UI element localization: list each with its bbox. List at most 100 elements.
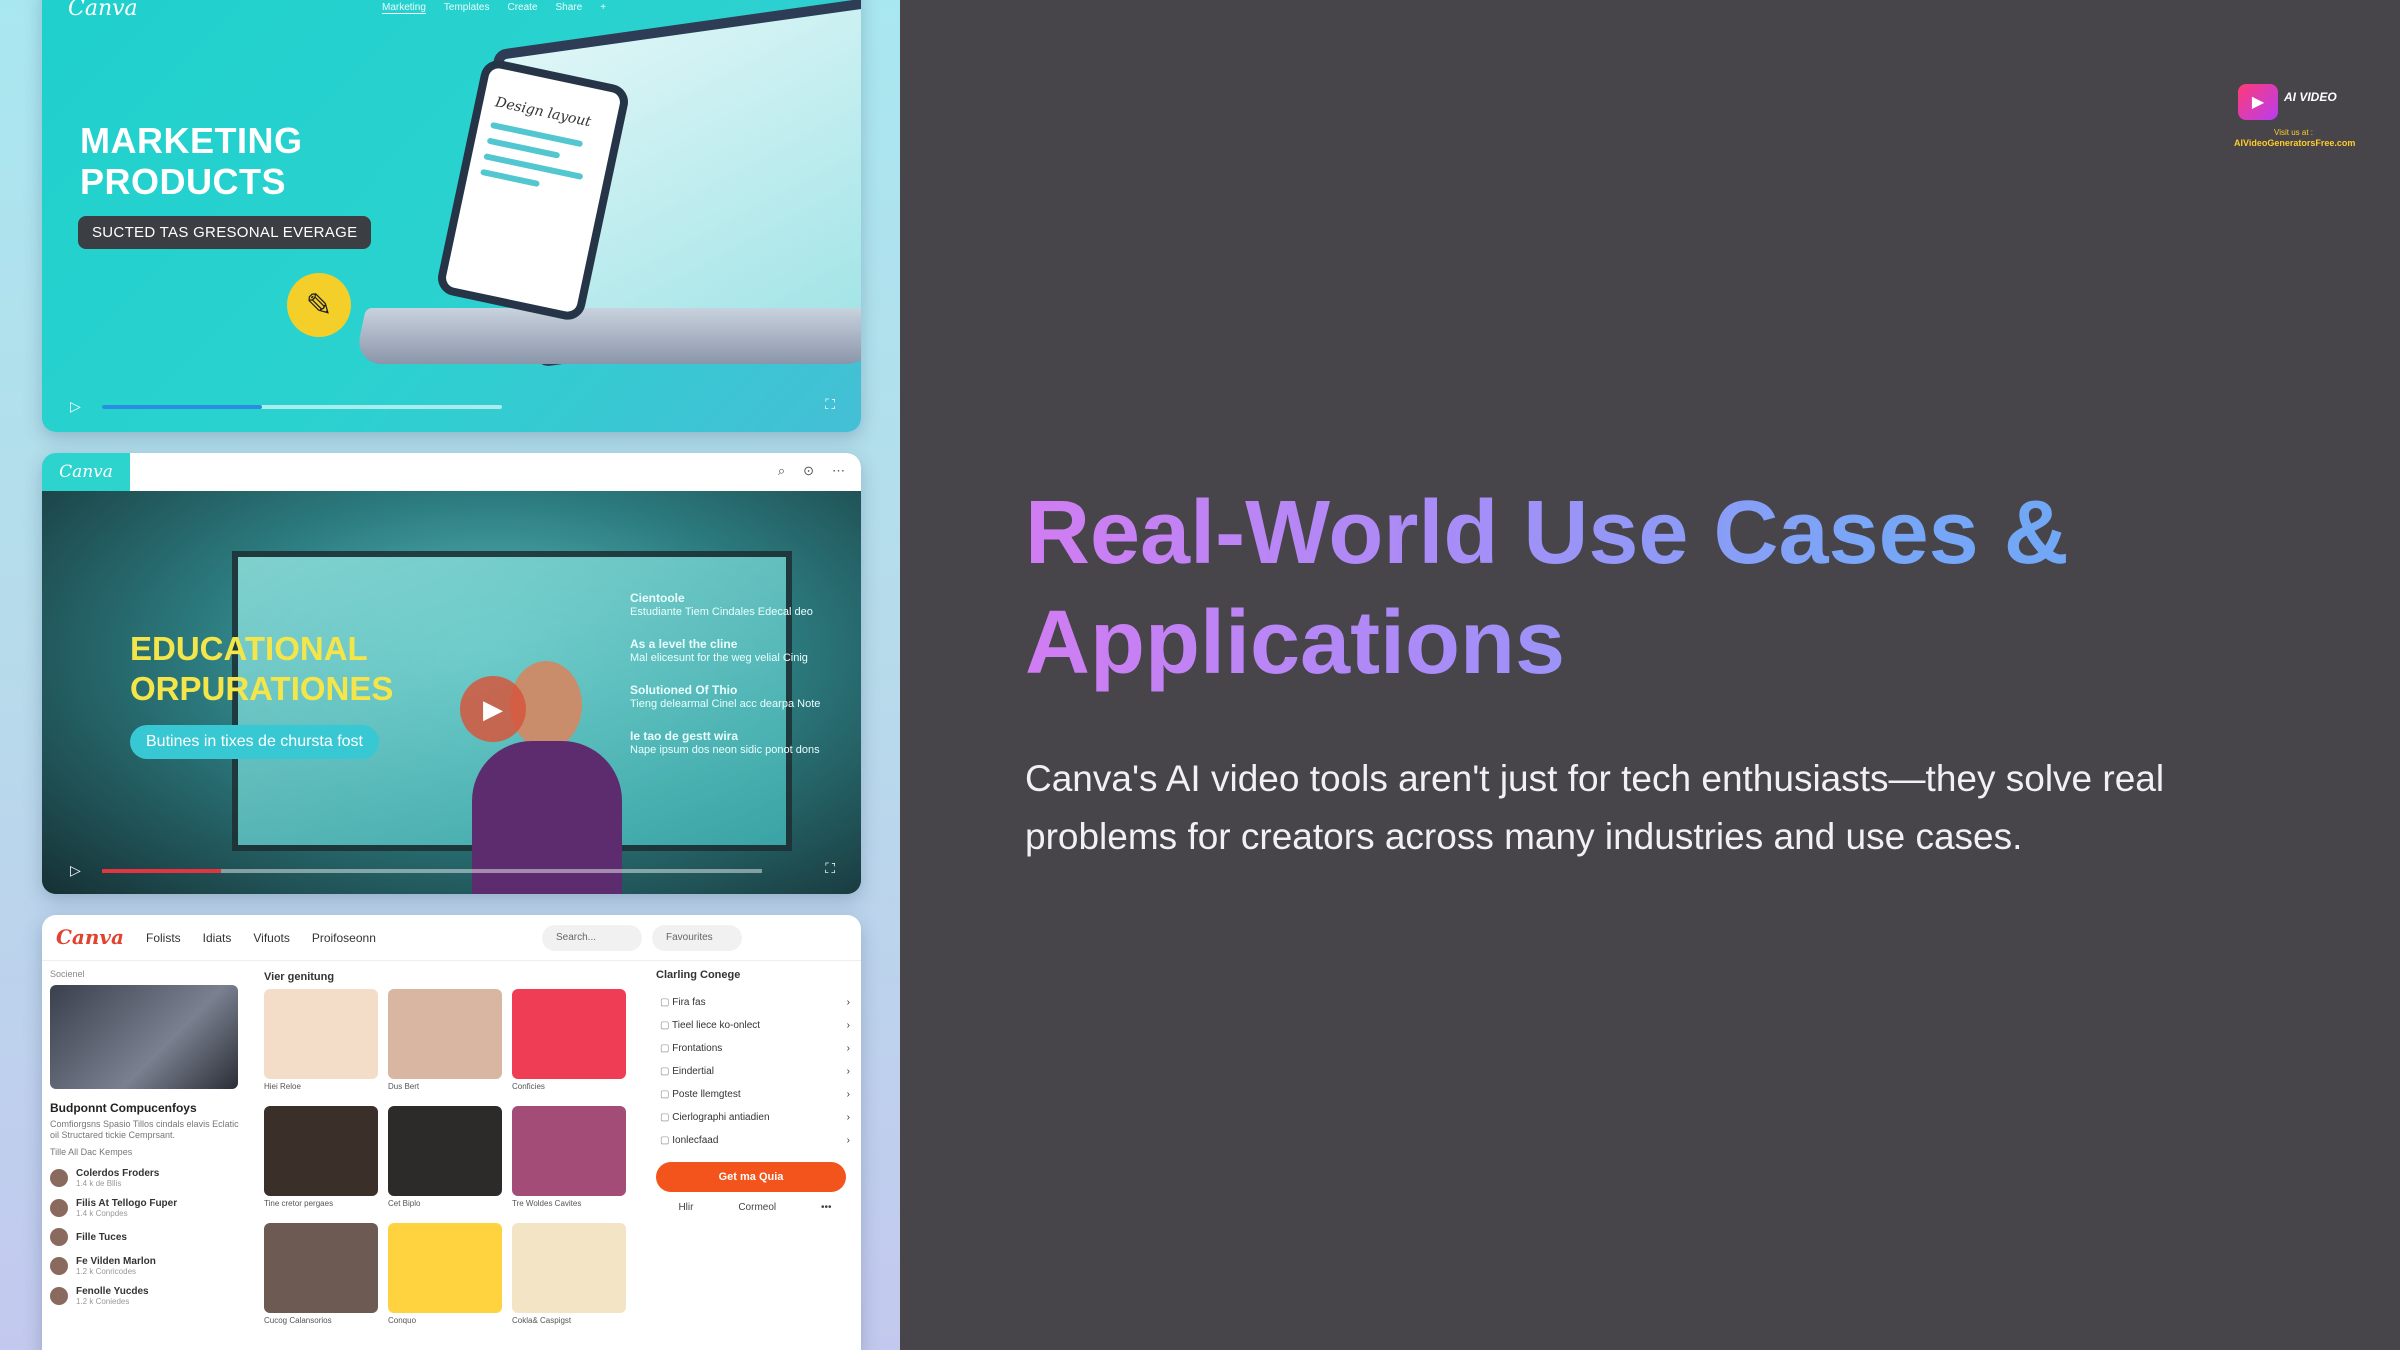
template-thumbnail[interactable]	[388, 1223, 502, 1313]
classroom-scene: Cientoole Estudiante Tiem Cindales Edecal…	[42, 491, 861, 894]
canva-logo[interactable]: Canva	[68, 0, 138, 21]
template-caption: Conficies	[512, 1082, 545, 1091]
footer-link[interactable]: Cormeol	[738, 1202, 776, 1213]
template-tile[interactable]: Hiei Reloe	[264, 989, 378, 1096]
canva-logo[interactable]: Canva	[42, 453, 130, 491]
search-icon[interactable]: ⌕	[778, 463, 785, 479]
template-thumbnail[interactable]	[388, 989, 502, 1079]
video-progress-bar[interactable]	[102, 405, 502, 409]
nav-item[interactable]: Idiats	[203, 931, 232, 945]
play-icon[interactable]: ▷	[70, 862, 81, 879]
sidebar-description: Comfiorgsns Spasio Tillos cindals elavis…	[50, 1119, 239, 1140]
canva-logo[interactable]: Canva	[56, 925, 124, 949]
bullet-item: Solutioned Of Thio Tieng delearmal Cinel …	[630, 683, 821, 710]
list-item[interactable]: Fe Vilden Marlon 1.2 k Conricodes	[50, 1256, 240, 1276]
template-tile[interactable]: Conficies	[512, 989, 626, 1096]
panel-item[interactable]: Frontations ›	[656, 1037, 854, 1060]
avatar	[50, 1228, 68, 1246]
brand-logo: ▶ AI VIDEO Visit us at : AIVideoGenerato…	[2234, 78, 2364, 152]
favourites-button[interactable]: Favourites	[652, 925, 742, 951]
template-caption: Tre Woldes Cavites	[512, 1199, 582, 1208]
panel-item-label: Frontations	[660, 1043, 722, 1054]
template-thumbnail[interactable]	[512, 989, 626, 1079]
template-tile[interactable]: Tre Woldes Cavites	[512, 1106, 626, 1213]
laptop-base-illustration	[354, 308, 861, 364]
template-grid-section: Vier genitung Hiei Reloe Dus Bert Conficie…	[264, 965, 644, 1330]
panel-item-label: Eindertial	[660, 1066, 714, 1077]
nav-item[interactable]: Templates	[444, 2, 490, 14]
left-screenshot-panel: Canva Marketing Templates Create Share +…	[0, 0, 900, 1350]
template-tile[interactable]: Cet Biplo	[388, 1106, 502, 1213]
nav-item[interactable]: Folists	[146, 931, 181, 945]
play-icon[interactable]: ▷	[70, 398, 81, 415]
avatar	[50, 1199, 68, 1217]
chevron-right-icon: ›	[846, 1043, 850, 1054]
chevron-right-icon: ›	[846, 1089, 850, 1100]
panel-item[interactable]: Poste llemgtest ›	[656, 1083, 854, 1106]
video-title: EDUCATIONAL ORPURATIONES	[130, 629, 393, 709]
panel-item[interactable]: Fira fas ›	[656, 991, 854, 1014]
educational-video-card[interactable]: Canva ⌕ ⊙ ⋯ Cientoole Estudiante Tiem Cin…	[42, 453, 861, 894]
fullscreen-icon[interactable]: ⛶	[825, 860, 835, 877]
page-description: Canva's AI video tools aren't just for t…	[1025, 758, 2165, 857]
brand-url: AIVideoGeneratorsFree.com	[2234, 138, 2356, 148]
template-tile[interactable]: Cucog Calansorios	[264, 1223, 378, 1330]
zoom-icon[interactable]: ⊙	[803, 463, 814, 479]
template-caption: Cucog Calansorios	[264, 1316, 332, 1325]
nav-item[interactable]: Proifoseonn	[312, 931, 376, 945]
featured-video-thumbnail[interactable]	[50, 985, 238, 1089]
bullet-item: As a level the cline Mal elicesunt for th…	[630, 637, 808, 664]
chevron-right-icon: ›	[846, 1066, 850, 1077]
template-tile[interactable]: Tine cretor pergaes	[264, 1106, 378, 1213]
canva-dashboard-card: Canva Folists Idiats Vifuots Proifoseonn…	[42, 915, 861, 1350]
fullscreen-icon[interactable]: ⛶	[825, 396, 835, 413]
video-progress-fill	[102, 869, 221, 873]
bullet-item: Ie tao de gestt wira Nape ipsum dos neon …	[630, 729, 820, 756]
template-thumbnail[interactable]	[512, 1106, 626, 1196]
template-thumbnail[interactable]	[264, 989, 378, 1079]
nav-item[interactable]: +	[600, 2, 606, 14]
more-icon[interactable]: •••	[821, 1202, 832, 1213]
nav-item[interactable]: Share	[556, 2, 583, 14]
list-item[interactable]: Filis At Tellogo Fuper 1.4 k Conpdes	[50, 1198, 240, 1218]
panel-footer: Hlir Cormeol •••	[656, 1202, 854, 1213]
chevron-right-icon: ›	[846, 1112, 850, 1123]
video-controls: ▷ ⛶	[42, 382, 861, 432]
panel-item[interactable]: Eindertial ›	[656, 1060, 854, 1083]
sidebar-label: Socienel	[50, 969, 85, 979]
template-tile[interactable]: Cokla& Caspigst	[512, 1223, 626, 1330]
template-thumbnail[interactable]	[264, 1106, 378, 1196]
sidebar-title: Budponnt Compucenfoys	[50, 1101, 197, 1115]
nav-item[interactable]: Vifuots	[253, 931, 289, 945]
video-progress-bar[interactable]	[102, 869, 762, 873]
list-item[interactable]: Fenolle Yucdes 1.2 k Coniedes	[50, 1286, 240, 1306]
panel-title: Clarling Conege	[656, 969, 741, 981]
cta-button[interactable]: Get ma Quia	[656, 1162, 846, 1192]
panel-item-label: Cierlographi antiadien	[660, 1112, 769, 1123]
top-nav: Marketing Templates Create Share +	[382, 2, 606, 14]
search-input[interactable]: Search...	[542, 925, 642, 951]
marketing-video-card[interactable]: Canva Marketing Templates Create Share +…	[42, 0, 861, 432]
template-tile[interactable]: Dus Bert	[388, 989, 502, 1096]
sidebar-subtitle: Tille All Dac Kempes	[50, 1147, 133, 1157]
nav-item[interactable]: Marketing	[382, 2, 426, 14]
play-button-icon[interactable]: ▶	[460, 676, 526, 742]
title-line-1: EDUCATIONAL	[130, 630, 368, 667]
template-thumbnail[interactable]	[388, 1106, 502, 1196]
template-grid: Hiei Reloe Dus Bert Conficies Tine cretor p…	[264, 989, 644, 1330]
panel-item[interactable]: Ionlecfaad ›	[656, 1129, 854, 1152]
template-thumbnail[interactable]	[264, 1223, 378, 1313]
list-item[interactable]: Colerdos Froders 1.4 k de Bllis	[50, 1168, 240, 1188]
nav-item[interactable]: Create	[507, 2, 537, 14]
chevron-right-icon: ›	[846, 1020, 850, 1031]
panel-item[interactable]: Cierlographi antiadien ›	[656, 1106, 854, 1129]
panel-item-label: Poste llemgtest	[660, 1089, 740, 1100]
footer-link[interactable]: Hlir	[678, 1202, 693, 1213]
template-thumbnail[interactable]	[512, 1223, 626, 1313]
panel-item[interactable]: Tieel liece ko-onlect ›	[656, 1014, 854, 1037]
play-logo-icon: ▶	[2238, 84, 2278, 120]
template-tile[interactable]: Conquo	[388, 1223, 502, 1330]
brand-name: AI VIDEO	[2284, 90, 2337, 104]
list-item[interactable]: Fille Tuces	[50, 1228, 240, 1246]
more-icon[interactable]: ⋯	[832, 463, 845, 479]
